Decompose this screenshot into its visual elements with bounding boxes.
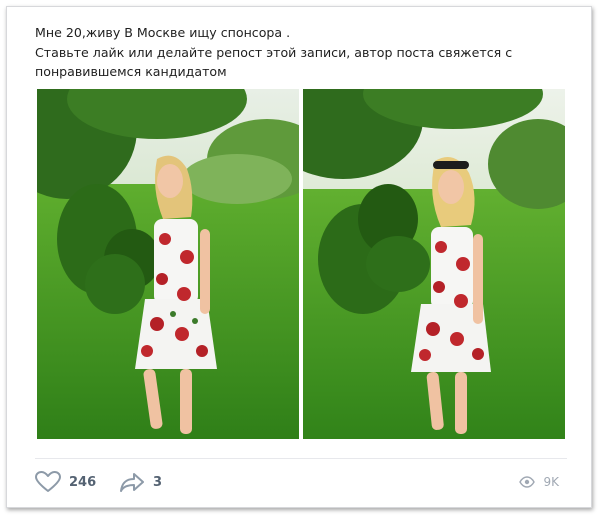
views-counter: 9K bbox=[519, 469, 559, 495]
photo-right[interactable] bbox=[303, 89, 565, 439]
post-text-line: понравившемся кандидатом bbox=[35, 64, 227, 79]
heart-icon bbox=[35, 471, 61, 493]
post-text: Мне 20,живу В Москве ищу спонсора . Став… bbox=[35, 23, 575, 82]
like-count: 246 bbox=[69, 474, 97, 490]
divider bbox=[35, 458, 567, 459]
post-card: Мне 20,живу В Москве ищу спонсора . Став… bbox=[6, 6, 592, 508]
post-text-line: Мне 20,живу В Москве ищу спонсора . bbox=[35, 25, 291, 40]
photo-left[interactable] bbox=[37, 89, 299, 439]
photo-left-image bbox=[37, 89, 299, 439]
eye-icon bbox=[519, 476, 536, 488]
views-count: 9K bbox=[543, 475, 559, 489]
post-text-line: Ставьте лайк или делайте репост этой зап… bbox=[35, 44, 513, 60]
share-count: 3 bbox=[153, 474, 163, 490]
photo-right-image bbox=[303, 89, 565, 439]
share-arrow-icon bbox=[119, 471, 145, 493]
share-button[interactable]: 3 bbox=[119, 469, 162, 495]
like-button[interactable]: 246 bbox=[35, 469, 96, 495]
